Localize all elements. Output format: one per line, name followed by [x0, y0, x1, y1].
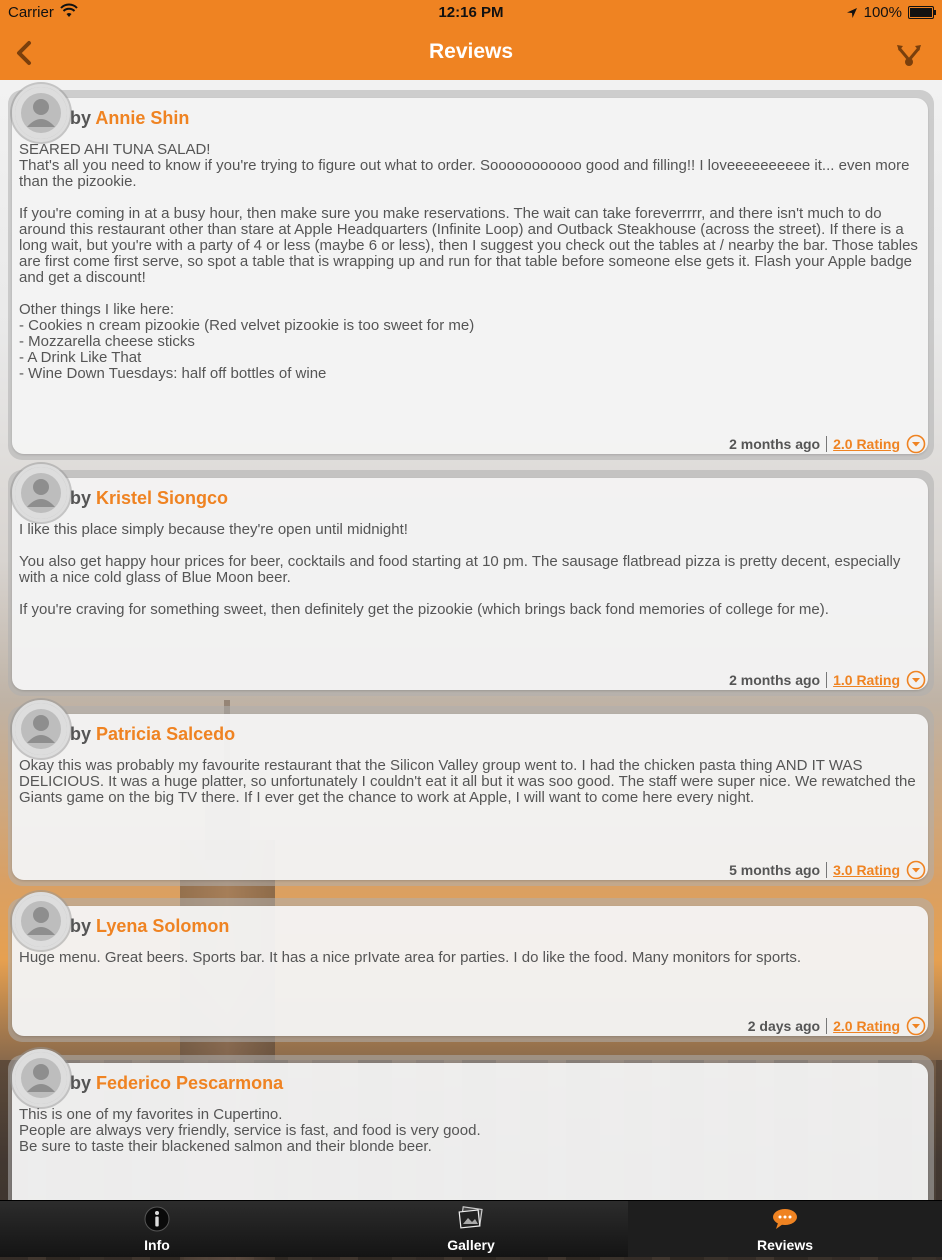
chevron-down-circle-icon[interactable]: [906, 670, 926, 690]
author-name[interactable]: Lyena Solomon: [96, 916, 229, 936]
by-label: by: [70, 108, 92, 128]
tab-label: Info: [144, 1237, 170, 1253]
tab-gallery[interactable]: Gallery: [314, 1201, 628, 1257]
review-author: by Lyena Solomon: [70, 916, 229, 937]
review-time: 2 months ago: [729, 672, 828, 688]
by-label: by: [70, 1073, 92, 1093]
tab-reviews[interactable]: Reviews: [628, 1201, 942, 1257]
review-meta: 2 months ago 1.0 Rating: [729, 670, 926, 690]
review-author: by Patricia Salcedo: [70, 724, 235, 745]
avatar: [12, 892, 70, 950]
chat-bubble-icon: [773, 1209, 797, 1229]
by-label: by: [70, 488, 92, 508]
review-meta: 5 months ago 3.0 Rating: [729, 860, 926, 880]
navigation-bar: Reviews: [0, 26, 942, 80]
user-avatar-icon: [15, 467, 67, 519]
tab-label: Gallery: [447, 1237, 495, 1253]
by-label: by: [70, 916, 92, 936]
chevron-down-circle-icon[interactable]: [906, 434, 926, 454]
review-rating[interactable]: 3.0 Rating: [827, 862, 900, 878]
page-title: Reviews: [428, 40, 514, 63]
chevron-down-circle-icon[interactable]: [906, 1016, 926, 1036]
avatar: [12, 84, 70, 142]
author-name[interactable]: Federico Pescarmona: [96, 1073, 283, 1093]
review-meta: 2 days ago 2.0 Rating: [748, 1016, 926, 1036]
review-time: 2 days ago: [748, 1018, 828, 1034]
battery-percent: 100%: [863, 4, 902, 21]
review-author: by Annie Shin: [70, 108, 189, 129]
chevron-down-circle-icon[interactable]: [906, 860, 926, 880]
info-icon: [144, 1206, 170, 1232]
battery-icon: [908, 6, 936, 19]
author-name[interactable]: Patricia Salcedo: [96, 724, 235, 744]
user-avatar-icon: [15, 703, 67, 755]
share-icon[interactable]: [894, 40, 924, 70]
review-card: by Annie Shin SEARED AHI TUNA SALAD! Tha…: [8, 84, 934, 460]
review-time: 2 months ago: [729, 436, 828, 452]
review-card: by Kristel Siongco I like this place sim…: [8, 464, 934, 696]
review-card: by Federico Pescarmona This is one of my…: [8, 1049, 934, 1200]
reviews-list[interactable]: by Annie Shin SEARED AHI TUNA SALAD! Tha…: [0, 80, 942, 1200]
review-time: 5 months ago: [729, 862, 828, 878]
review-author: by Kristel Siongco: [70, 488, 228, 509]
review-text: This is one of my favorites in Cupertino…: [19, 1106, 481, 1155]
tab-bar: Info Gallery Reviews: [0, 1200, 942, 1257]
status-bar: Carrier 12:16 PM 100%: [0, 0, 942, 26]
review-rating[interactable]: 2.0 Rating: [827, 436, 900, 452]
by-label: by: [70, 724, 92, 744]
review-text: Huge menu. Great beers. Sports bar. It h…: [19, 949, 802, 966]
battery-status: 100%: [846, 4, 936, 21]
avatar: [12, 464, 70, 522]
review-text: I like this place simply because they're…: [19, 521, 901, 618]
clock: 12:16 PM: [438, 4, 504, 21]
user-avatar-icon: [15, 1052, 67, 1104]
gallery-icon: [458, 1206, 483, 1229]
user-avatar-icon: [15, 895, 67, 947]
review-card: by Lyena Solomon Huge menu. Great beers.…: [8, 892, 934, 1042]
author-name[interactable]: Kristel Siongco: [96, 488, 228, 508]
review-text: SEARED AHI TUNA SALAD! That's all you ne…: [19, 141, 918, 382]
tab-label: Reviews: [756, 1237, 814, 1253]
avatar: [12, 1049, 70, 1107]
review-rating[interactable]: 2.0 Rating: [827, 1018, 900, 1034]
review-author: by Federico Pescarmona: [70, 1073, 283, 1094]
review-card: by Patricia Salcedo Okay this was probab…: [8, 700, 934, 886]
author-name[interactable]: Annie Shin: [95, 108, 189, 128]
avatar: [12, 700, 70, 758]
user-avatar-icon: [15, 87, 67, 139]
review-meta: 2 months ago 2.0 Rating: [729, 434, 926, 454]
tab-info[interactable]: Info: [0, 1201, 314, 1257]
review-rating[interactable]: 1.0 Rating: [827, 672, 900, 688]
location-arrow-icon: [846, 7, 857, 18]
review-text: Okay this was probably my favourite rest…: [19, 757, 916, 806]
